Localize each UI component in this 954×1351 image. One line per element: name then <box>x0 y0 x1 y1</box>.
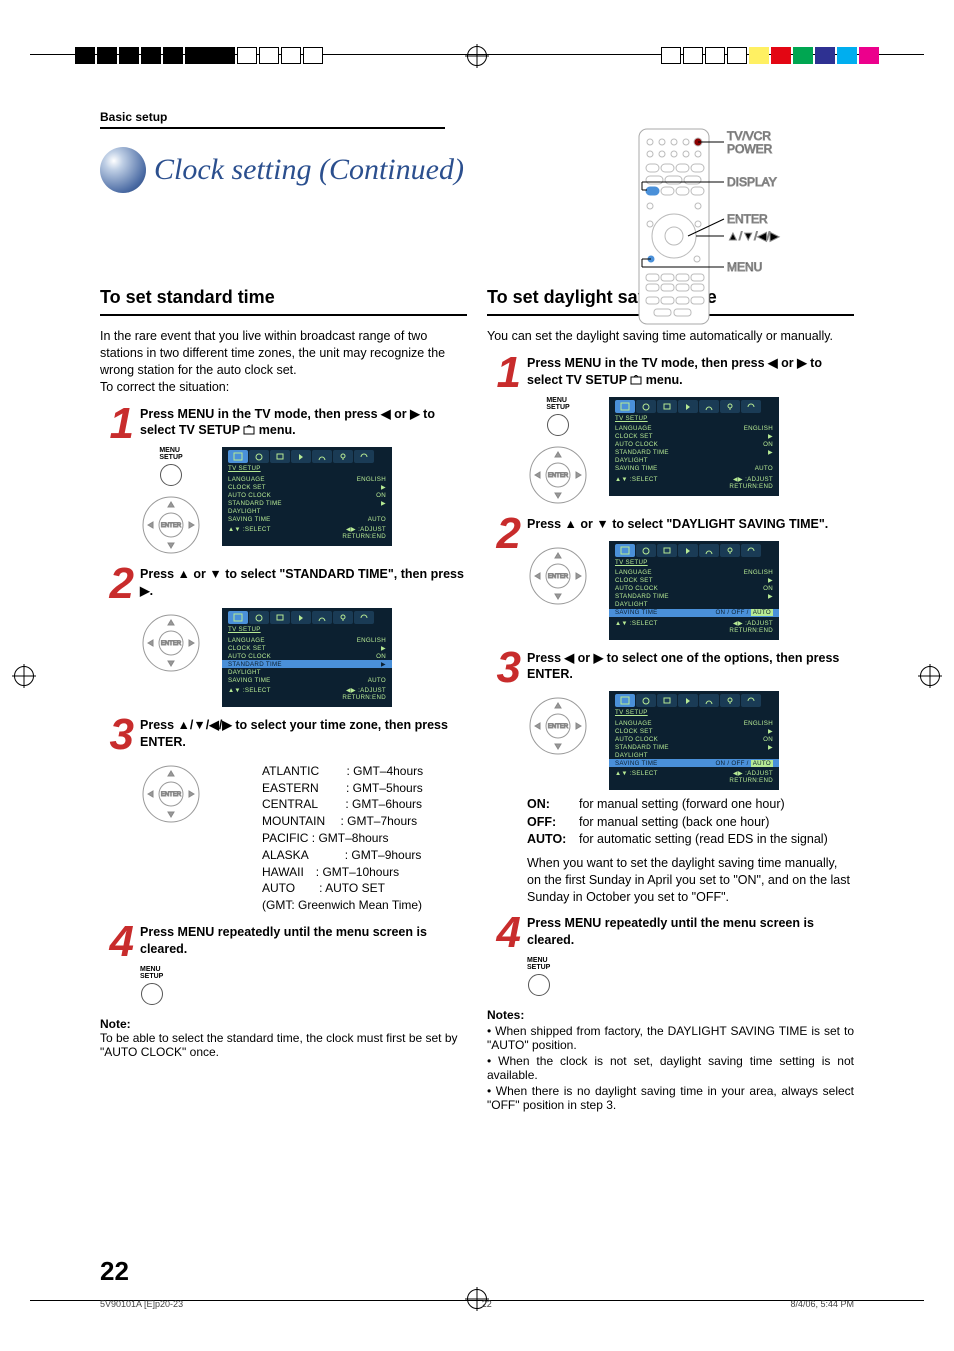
svg-text:ENTER: ENTER <box>161 792 182 798</box>
right-column: To set daylight saving time You can set … <box>487 283 854 1112</box>
step-instruction: Press ▲/▼/◀/▶ to select your time zone, … <box>140 717 467 751</box>
step-number: 2 <box>100 566 134 707</box>
step-number: 4 <box>487 915 521 996</box>
footer-left: 5V90101A [E]p20-23 <box>100 1299 183 1309</box>
menu-setup-button-icon: MENUSETUP <box>527 957 550 996</box>
section-label: Basic setup <box>100 110 854 124</box>
osd-screen: TV SETUP LANGUAGEENGLISHCLOCK SET▶AUTO C… <box>609 541 779 640</box>
note-bullet: • When shipped from factory, the DAYLIGH… <box>487 1024 854 1052</box>
page-title: Clock setting (Continued) <box>154 153 464 187</box>
step-instruction: Press ▲ or ▼ to select "DAYLIGHT SAVING … <box>527 516 854 533</box>
step-number: 1 <box>487 355 521 506</box>
step-number: 1 <box>100 406 134 557</box>
registration-mark-icon <box>920 666 940 686</box>
osd-screen: TV SETUP LANGUAGEENGLISHCLOCK SET▶AUTO C… <box>222 608 392 707</box>
right-step-3: 3 Press ◀ or ▶ to select one of the opti… <box>487 650 854 906</box>
note-heading: Note: <box>100 1017 467 1031</box>
menu-setup-button-icon: MENUSETUP <box>159 447 182 486</box>
divider <box>100 127 445 129</box>
footer-right: 8/4/06, 5:44 PM <box>790 1299 854 1309</box>
dpad-icon: ENTER <box>140 612 202 674</box>
osd-screen: TV SETUP LANGUAGEENGLISHCLOCK SET▶AUTO C… <box>609 691 779 790</box>
left-intro: In the rare event that you live within b… <box>100 328 467 396</box>
step-number: 4 <box>100 924 134 1005</box>
left-heading: To set standard time <box>100 283 467 316</box>
step-instruction: Press MENU repeatedly until the menu scr… <box>140 924 467 958</box>
svg-text:ENTER: ENTER <box>727 212 768 226</box>
note-bullet: • When there is no daylight saving time … <box>487 1084 854 1112</box>
step-instruction: Press MENU repeatedly until the menu scr… <box>527 915 854 949</box>
svg-text:MENU: MENU <box>727 260 762 274</box>
right-step-4: 4 Press MENU repeatedly until the menu s… <box>487 915 854 996</box>
left-step-2: 2 Press ▲ or ▼ to select "STANDARD TIME"… <box>100 566 467 707</box>
sphere-icon <box>100 147 146 193</box>
options-list: ON:for manual setting (forward one hour)… <box>527 796 854 849</box>
left-step-3: 3 Press ▲/▼/◀/▶ to select your time zone… <box>100 717 467 914</box>
svg-text:TV/VCR: TV/VCR <box>727 129 771 143</box>
footer-center: 22 <box>482 1299 492 1309</box>
note-bullet: • When the clock is not set, daylight sa… <box>487 1054 854 1082</box>
left-step-4: 4 Press MENU repeatedly until the menu s… <box>100 924 467 1005</box>
step-after-text: When you want to set the daylight saving… <box>527 855 854 906</box>
osd-screen: TV SETUP LANGUAGEENGLISHCLOCK SET▶AUTO C… <box>609 397 779 496</box>
svg-text:POWER: POWER <box>727 142 773 156</box>
registration-mark-icon <box>467 46 487 66</box>
step-instruction: Press MENU in the TV mode, then press ◀ … <box>140 406 467 440</box>
step-number: 3 <box>487 650 521 906</box>
dpad-icon: ENTER <box>140 494 202 556</box>
left-column: To set standard time In the rare event t… <box>100 283 467 1112</box>
dpad-icon: ENTER <box>140 763 202 825</box>
notes-list: • When shipped from factory, the DAYLIGH… <box>487 1024 854 1112</box>
note-body: To be able to select the standard time, … <box>100 1031 467 1059</box>
crop-marks-top <box>0 32 954 80</box>
svg-text:ENTER: ENTER <box>161 523 182 529</box>
notes-heading: Notes: <box>487 1008 854 1022</box>
right-step-1: 1 Press MENU in the TV mode, then press … <box>487 355 854 506</box>
svg-text:▲/▼/◀/▶: ▲/▼/◀/▶ <box>727 229 780 243</box>
svg-text:ENTER: ENTER <box>548 574 569 580</box>
dpad-icon: ENTER <box>527 695 589 757</box>
step-instruction: Press MENU in the TV mode, then press ◀ … <box>527 355 854 389</box>
dpad-icon: ENTER <box>527 545 589 607</box>
step-instruction: Press ▲ or ▼ to select "STANDARD TIME", … <box>140 566 467 600</box>
right-step-2: 2 Press ▲ or ▼ to select "DAYLIGHT SAVIN… <box>487 516 854 640</box>
dpad-icon: ENTER <box>527 444 589 506</box>
svg-text:DISPLAY: DISPLAY <box>727 175 777 189</box>
timezone-list: ATLANTIC : GMT–4hoursEASTERN : GMT–5hour… <box>262 763 423 914</box>
step-number: 2 <box>487 516 521 640</box>
svg-text:ENTER: ENTER <box>161 641 182 647</box>
svg-text:ENTER: ENTER <box>548 473 569 479</box>
registration-mark-icon <box>14 666 34 686</box>
menu-setup-button-icon: MENUSETUP <box>546 397 569 436</box>
menu-setup-button-icon: MENUSETUP <box>140 966 163 1005</box>
remote-diagram: TV/VCR POWER DISPLAY ENTER ▲/▼/◀/▶ MENU <box>634 124 834 337</box>
step-number: 3 <box>100 717 134 914</box>
osd-screen: TV SETUP LANGUAGEENGLISHCLOCK SET▶AUTO C… <box>222 447 392 546</box>
step-instruction: Press ◀ or ▶ to select one of the option… <box>527 650 854 684</box>
left-step-1: 1 Press MENU in the TV mode, then press … <box>100 406 467 557</box>
svg-text:ENTER: ENTER <box>548 724 569 730</box>
